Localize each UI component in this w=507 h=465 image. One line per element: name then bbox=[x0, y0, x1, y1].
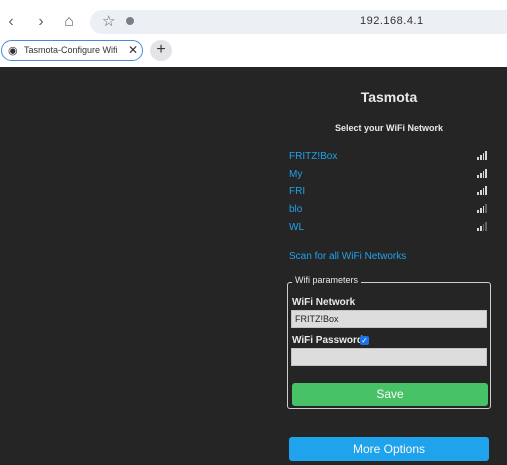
address-bar[interactable]: ☆ 192.168.4.1 bbox=[90, 10, 507, 34]
network-name[interactable]: FRI bbox=[289, 186, 305, 197]
network-name[interactable]: blo bbox=[289, 204, 302, 215]
new-tab-button[interactable]: + bbox=[150, 40, 172, 61]
wifi-parameters-fieldset: Wifi parameters WiFi Network FRITZ!Box W… bbox=[287, 275, 491, 409]
wifi-password-field[interactable] bbox=[291, 348, 487, 366]
network-item[interactable]: FRI bbox=[289, 186, 489, 200]
bookmark-star-icon[interactable]: ☆ bbox=[102, 12, 115, 30]
network-item[interactable]: FRITZ!Box bbox=[289, 151, 489, 165]
tab-tasmota[interactable]: ◉ Tasmota-Configure Wifi ✕ bbox=[1, 40, 143, 61]
network-item[interactable]: WL bbox=[289, 222, 489, 236]
network-name[interactable]: My bbox=[289, 169, 302, 180]
home-icon[interactable]: ⌂ bbox=[59, 12, 79, 32]
network-name[interactable]: WL bbox=[289, 222, 304, 233]
wifi-network-label: WiFi Network bbox=[292, 297, 356, 308]
url-text: 192.168.4.1 bbox=[360, 15, 424, 27]
page-subtitle: Select your WiFi Network bbox=[335, 123, 443, 133]
signal-strength-icon bbox=[477, 222, 487, 231]
tab-title: Tasmota-Configure Wifi bbox=[24, 45, 118, 55]
fieldset-legend: Wifi parameters bbox=[292, 275, 362, 285]
tasmota-page: Tasmota Select your WiFi Network FRITZ!B… bbox=[0, 67, 507, 465]
back-icon[interactable]: ‹ bbox=[1, 12, 21, 32]
wifi-network-field[interactable]: FRITZ!Box bbox=[291, 310, 487, 328]
tasmota-icon: ◉ bbox=[8, 45, 18, 57]
browser-toolbar: ‹ › ⌂ ☆ 192.168.4.1 ◉ Tasmota-Configure … bbox=[0, 0, 507, 67]
page-title: Tasmota bbox=[360, 89, 418, 105]
scan-all-networks-link[interactable]: Scan for all WiFi Networks bbox=[289, 251, 406, 262]
signal-strength-icon bbox=[477, 186, 487, 195]
wifi-password-label: WiFi Password bbox=[292, 335, 364, 346]
site-info-icon[interactable] bbox=[126, 17, 134, 25]
signal-strength-icon bbox=[477, 169, 487, 178]
network-item[interactable]: blo bbox=[289, 204, 489, 218]
network-name[interactable]: FRITZ!Box bbox=[289, 151, 337, 162]
forward-icon[interactable]: › bbox=[31, 12, 51, 32]
more-options-button[interactable]: More Options bbox=[289, 437, 489, 461]
signal-strength-icon bbox=[477, 151, 487, 160]
show-password-checkbox[interactable]: ✓ bbox=[360, 336, 369, 345]
save-button[interactable]: Save bbox=[292, 383, 488, 406]
signal-strength-icon bbox=[477, 204, 487, 213]
close-icon[interactable]: ✕ bbox=[128, 43, 138, 57]
network-item[interactable]: My bbox=[289, 169, 489, 183]
